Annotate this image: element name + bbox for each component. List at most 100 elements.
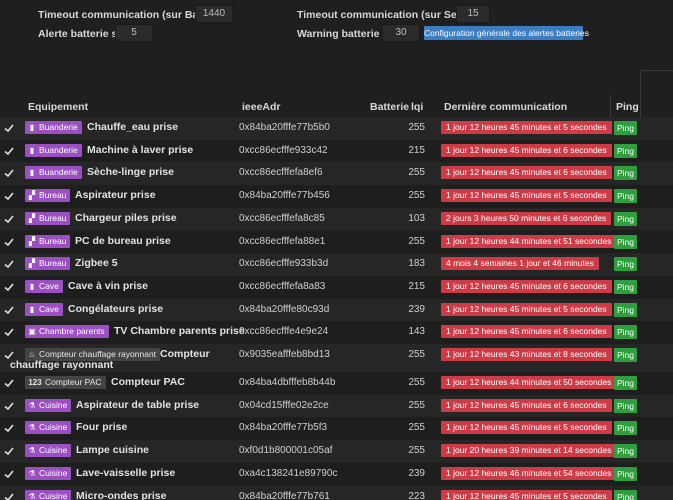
ping-button[interactable]: Ping [614, 376, 637, 390]
equipment-name-link[interactable]: Compteur PAC [111, 376, 185, 389]
battery-alert-input[interactable]: 5 [115, 24, 153, 42]
room-badge[interactable]: ▣ Chambre parents [25, 325, 109, 339]
timeout-mains-input[interactable]: 15 [456, 5, 490, 23]
room-badge-label: Chambre parents [39, 326, 105, 337]
room-badge-label: Bureau [39, 235, 67, 246]
room-badge-label: Cuisine [39, 445, 68, 456]
equipment-name-link[interactable]: Lave-vaisselle prise [76, 467, 175, 480]
header-battery[interactable]: Batterie [370, 101, 409, 113]
lqi-value: 215 [408, 280, 425, 292]
battery-config-panel: Timeout communication (sur Batterie) 144… [0, 0, 673, 70]
global-battery-alert-config-button[interactable]: Configuration générale des alertes batte… [424, 26, 589, 40]
desk-icon: ▞ [28, 236, 36, 246]
room-badge[interactable]: ▞ Bureau [25, 211, 71, 225]
equipment-name-link[interactable]: Aspirateur de table prise [76, 399, 199, 412]
ping-button[interactable]: Ping [614, 302, 637, 317]
ping-button[interactable]: Ping [614, 257, 637, 272]
table-row: ▞ Bureau PC de bureau prise 0xcc86ecfffefa8… [0, 230, 673, 254]
last-communication-badge: 1 jour 12 heures 45 minutes et 6 seconde… [441, 398, 612, 412]
room-badge[interactable]: ▮ Buanderie [25, 121, 82, 134]
ieee-address: 0x84ba20fffe80c93d [239, 303, 330, 315]
equipment-name-link[interactable]: Micro-ondes prise [76, 490, 166, 500]
table-row: ▞ Bureau Zigbee 5 0xcc86ecfffe933b3d 183 4 mo… [0, 253, 673, 276]
ping-button[interactable]: Ping [614, 348, 637, 362]
ping-button[interactable]: Ping [614, 121, 637, 135]
equipment-name-continuation[interactable]: chauffage rayonnant [10, 359, 113, 372]
ping-button[interactable]: Ping [614, 143, 637, 158]
lqi-value: 255 [408, 445, 425, 457]
room-badge[interactable]: ⚗ Cuisine [25, 489, 72, 500]
equipment-name-link[interactable]: Zigbee 5 [75, 257, 118, 270]
ping-button[interactable]: Ping [614, 189, 637, 204]
ping-button[interactable]: Ping [614, 234, 637, 249]
table-row: ♨ Compteur chauffage rayonnant Compteur 0x9… [0, 344, 673, 372]
ieee-address: 0xcc86ecfffefa8ef6 [239, 167, 323, 179]
table-row: ▮ Cave Congélateurs prise 0x84ba20fffe80c93… [0, 298, 673, 322]
checkmark-icon [4, 123, 14, 133]
plug-icon: ▮ [29, 145, 35, 155]
room-badge[interactable]: ▮ Buanderie [25, 166, 82, 180]
equipment-name-link[interactable]: Aspirateur prise [75, 189, 156, 202]
table-row: ⚗ Cuisine Lampe cuisine 0xf0d1b800001c05af 2… [0, 440, 673, 463]
equipment-name-link[interactable]: Chargeur piles prise [75, 212, 177, 225]
table-row: ⚗ Cuisine Lave-vaisselle prise 0xa4c138241e… [0, 462, 673, 486]
room-badge-label: Buanderie [39, 167, 78, 178]
room-badge[interactable]: ⚗ Cuisine [25, 421, 72, 435]
last-communication-badge: 1 jour 12 heures 46 minutes et 54 second… [441, 466, 617, 480]
checkmark-icon [4, 401, 14, 411]
table-row: 123 Compteur PAC Compteur PAC 0x84ba4dbfffe… [0, 372, 673, 395]
last-communication-badge: 1 jour 12 heures 44 minutes et 51 second… [441, 234, 617, 248]
kitchen-icon: ⚗ [28, 491, 36, 500]
room-badge[interactable]: 123 Compteur PAC [25, 376, 106, 389]
header-last-communication[interactable]: Dernière communication [444, 101, 567, 113]
ping-button[interactable]: Ping [614, 325, 637, 340]
equipment-name-link[interactable]: Compteur [160, 348, 236, 360]
equipment-name-link[interactable]: Machine à laver prise [87, 144, 193, 157]
lqi-value: 239 [408, 467, 425, 479]
equipment-name-link[interactable]: Chauffe_eau prise [87, 121, 178, 134]
equipment-name-link[interactable]: Congélateurs prise [68, 303, 163, 316]
lqi-value: 255 [408, 349, 425, 360]
room-badge[interactable]: ⚗ Cuisine [25, 444, 72, 458]
room-badge[interactable]: ▮ Cave [25, 279, 63, 293]
last-communication-badge: 1 jour 20 heures 39 minutes et 14 second… [441, 444, 617, 458]
lqi-value: 183 [408, 258, 425, 270]
room-badge[interactable]: ▞ Bureau [25, 234, 71, 248]
desk-icon: ▞ [28, 259, 36, 269]
timeout-battery-input[interactable]: 1440 [195, 5, 233, 23]
header-ieee[interactable]: ieeeAdr [242, 101, 281, 113]
room-badge[interactable]: ▞ Bureau [25, 257, 71, 271]
ping-button[interactable]: Ping [614, 279, 637, 294]
battery-warning-input[interactable]: 30 [382, 24, 420, 42]
room-badge-label: Cuisine [39, 422, 68, 433]
room-badge[interactable]: ▮ Buanderie [25, 143, 82, 157]
header-lqi[interactable]: lqi [411, 101, 423, 113]
room-badge[interactable]: ⚗ Cuisine [25, 398, 72, 412]
room-badge[interactable]: ⚗ Cuisine [25, 466, 72, 480]
ping-button[interactable]: Ping [614, 398, 637, 413]
header-equipment[interactable]: Equipement [28, 101, 88, 113]
ieee-address: 0x84ba4dbfffeb8b44b [239, 377, 336, 388]
equipment-name-link[interactable]: Cave à vin prise [68, 280, 148, 293]
room-badge[interactable]: ▮ Cave [25, 302, 63, 316]
ping-button[interactable]: Ping [614, 444, 637, 459]
ieee-address: 0x9035eafffeb8bd13 [239, 349, 330, 360]
kitchen-icon: ⚗ [28, 423, 36, 433]
ping-button[interactable]: Ping [614, 489, 637, 500]
plug-icon: ▮ [29, 168, 35, 178]
header-ping[interactable]: Ping [616, 101, 639, 113]
ping-button[interactable]: Ping [614, 466, 637, 481]
ping-button[interactable]: Ping [614, 421, 637, 436]
room-badge-label: Cave [39, 303, 59, 314]
room-badge-label: Bureau [39, 258, 67, 269]
ping-button[interactable]: Ping [614, 166, 637, 181]
equipment-name-link[interactable]: Four prise [76, 421, 127, 434]
equipment-name-link[interactable]: PC de bureau prise [75, 235, 171, 248]
ping-button[interactable]: Ping [614, 211, 637, 226]
equipment-name-link[interactable]: Sèche-linge prise [87, 166, 174, 179]
room-badge[interactable]: ▞ Bureau [25, 189, 71, 203]
equipment-name-link[interactable]: TV Chambre parents prise [114, 325, 245, 338]
ieee-address: 0x04cd15fffe02e2ce [239, 399, 329, 411]
equipment-name-link[interactable]: Lampe cuisine [76, 444, 149, 457]
room-badge-label: Bureau [39, 190, 67, 201]
